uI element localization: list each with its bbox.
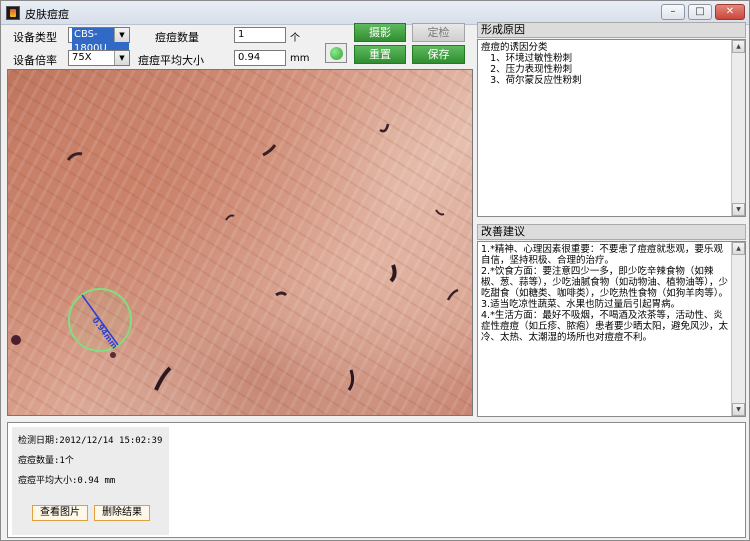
acne-size-label: 痘痘平均大小 [138,54,204,67]
advice-line: 4.*生活方面：最好不吸烟，不喝酒及浓茶等，活动性、炎症性痘痘（如丘疹、脓疱）患… [481,310,729,343]
scroll-up-icon[interactable]: ▲ [732,40,745,53]
device-zoom-label: 设备倍率 [13,54,57,67]
advice-panel-title: 改善建议 [477,224,746,240]
capture-button[interactable]: 摄影 [354,23,406,42]
pore [110,352,116,358]
advice-line: 1.*精神、心理因素很重要：不要患了痘痘就悲观，要乐观自信，坚持积极、合理的治疗… [481,244,723,266]
acne-count-unit: 个 [290,33,300,44]
skin-image-overlay: 0.94mm [11,123,459,391]
scroll-up-icon[interactable]: ▲ [732,242,745,255]
scroll-down-icon[interactable]: ▼ [732,403,745,416]
status-indicator [325,43,347,63]
hair-strand [225,214,235,221]
locate-button[interactable]: 定检 [412,23,465,42]
app-window: 皮肤痘痘 – □ ✕ 设备类型 CBS-1800U ▼ 痘痘数量 1 个 设备倍… [0,0,750,541]
cause-line: 2、压力表现性粉刺 [481,64,573,75]
reset-button[interactable]: 重置 [354,45,406,64]
acne-count-label: 痘痘数量 [155,31,199,44]
advice-text-area[interactable]: 1.*精神、心理因素很重要：不要患了痘痘就悲观，要乐观自信，坚持积极、合理的治疗… [477,241,746,417]
cause-line: 痘痘的诱因分类 [481,42,548,53]
hair-strand [262,144,277,157]
scroll-down-icon[interactable]: ▼ [732,203,745,216]
close-button[interactable]: ✕ [715,4,745,20]
result-card: 检测日期:2012/12/14 15:02:39 痘痘数量:1个 痘痘平均大小:… [12,427,169,535]
app-logo-icon [6,6,20,20]
hair-strand [66,152,83,161]
hair-strand [435,209,445,216]
hair-strand [389,264,397,283]
advice-scrollbar[interactable]: ▲ ▼ [731,242,745,416]
hair-strand [347,369,355,391]
hair-strand [154,366,172,391]
result-count: 痘痘数量:1个 [18,456,74,466]
chevron-down-icon: ▼ [114,51,129,65]
result-size: 痘痘平均大小:0.94 mm [18,476,116,486]
cause-line: 3、荷尔蒙反应性粉刺 [481,75,582,86]
status-light-icon [330,47,343,60]
device-type-select[interactable]: CBS-1800U ▼ [68,27,130,56]
maximize-button[interactable]: □ [688,4,712,20]
delete-result-button[interactable]: 删除结果 [94,505,150,521]
save-button[interactable]: 保存 [412,45,465,64]
minimize-button[interactable]: – [661,4,685,20]
acne-count-input[interactable]: 1 [234,27,286,43]
skin-image-view[interactable]: 0.94mm [7,69,473,416]
window-title: 皮肤痘痘 [25,8,69,21]
device-type-label: 设备类型 [13,31,57,44]
advice-line: 2.*饮食方面：要注意四少一多，即少吃辛辣食物（如辣椒、葱、蒜等），少吃油腻食物… [481,266,729,299]
acne-size-input[interactable]: 0.94 [234,50,286,66]
device-zoom-value: 75X [72,52,92,63]
pore [11,335,21,345]
cause-line: 1、环境过敏性粉刺 [481,53,573,64]
advice-line: 3.适当吃凉性蔬菜、水果也防过量后引起胃病。 [481,299,681,310]
hair-strand [275,291,288,297]
acne-size-unit: mm [290,53,310,64]
window-controls: – □ ✕ [661,4,745,20]
device-zoom-select[interactable]: 75X ▼ [68,50,130,66]
view-image-button[interactable]: 查看图片 [32,505,88,521]
cause-panel-title: 形成原因 [477,22,746,38]
hair-strand [379,123,390,133]
chevron-down-icon: ▼ [114,28,129,42]
cause-text-area[interactable]: 痘痘的诱因分类 1、环境过敏性粉刺 2、压力表现性粉刺 3、荷尔蒙反应性粉刺 ▲… [477,39,746,217]
cause-scrollbar[interactable]: ▲ ▼ [731,40,745,216]
hair-strand [446,288,459,301]
result-date: 检测日期:2012/12/14 15:02:39 [18,436,163,446]
results-panel: 检测日期:2012/12/14 15:02:39 痘痘数量:1个 痘痘平均大小:… [7,422,746,538]
